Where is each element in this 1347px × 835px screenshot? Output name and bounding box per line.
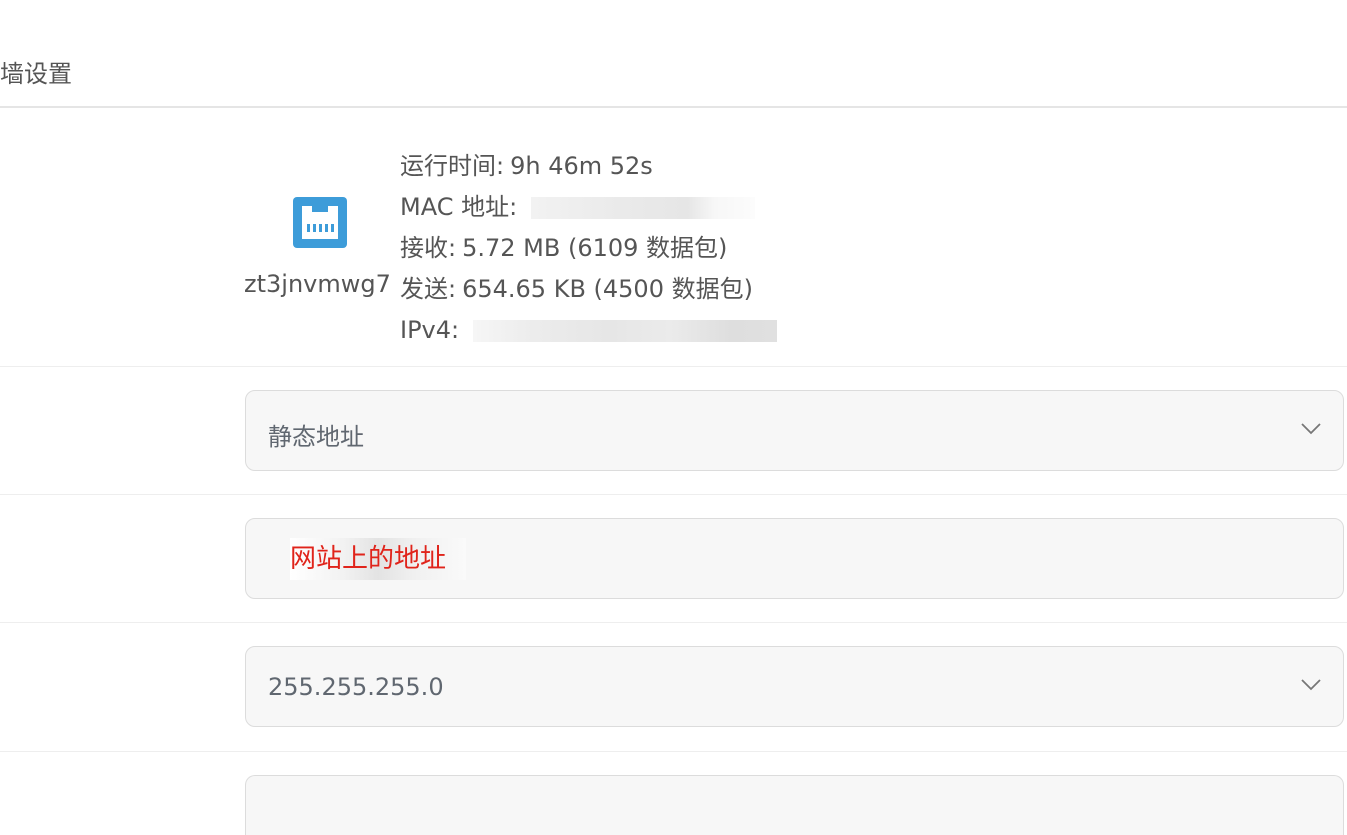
ipv4-label: IPv4: (400, 316, 460, 344)
rx-value: 5.72 MB (6109 数据包) (462, 234, 728, 262)
row-divider (0, 622, 1347, 623)
row-divider (0, 751, 1347, 752)
interface-name: zt3jnvmwg7 (244, 270, 391, 298)
mac-redacted (530, 197, 755, 219)
tx-label: 发送: (400, 275, 457, 303)
uptime-value: 9h 46m 52s (510, 152, 653, 180)
netmask-select-value: 255.255.255.0 (268, 673, 444, 701)
chevron-down-icon (1301, 423, 1321, 435)
gateway-input[interactable] (245, 775, 1344, 835)
rx-line: 接收: 5.72 MB (6109 数据包) (400, 234, 727, 262)
uptime-line: 运行时间: 9h 46m 52s (400, 152, 653, 180)
ethernet-port-icon (293, 197, 347, 248)
chevron-down-icon (1301, 679, 1321, 691)
row-divider (0, 366, 1347, 367)
mac-line: MAC 地址: (400, 193, 755, 221)
netmask-select[interactable]: 255.255.255.0 (245, 646, 1344, 727)
ipv4-line: IPv4: (400, 316, 777, 344)
tx-line: 发送: 654.65 KB (4500 数据包) (400, 275, 753, 303)
ipv4-address-value: 网站上的地址 (290, 538, 467, 580)
tx-value: 654.65 KB (4500 数据包) (462, 275, 753, 303)
rx-label: 接收: (400, 234, 457, 262)
mac-label: MAC 地址: (400, 193, 518, 221)
ipv4-address-input[interactable]: 网站上的地址 (245, 518, 1344, 599)
tab-firewall-settings[interactable]: 墙设置 (0, 54, 72, 89)
protocol-select-value: 静态地址 (268, 423, 364, 451)
tab-header: 墙设置 (0, 0, 1347, 108)
protocol-select[interactable]: 静态地址 (245, 390, 1344, 471)
uptime-label: 运行时间: (400, 152, 505, 180)
ipv4-redacted (472, 320, 777, 342)
row-divider (0, 494, 1347, 495)
